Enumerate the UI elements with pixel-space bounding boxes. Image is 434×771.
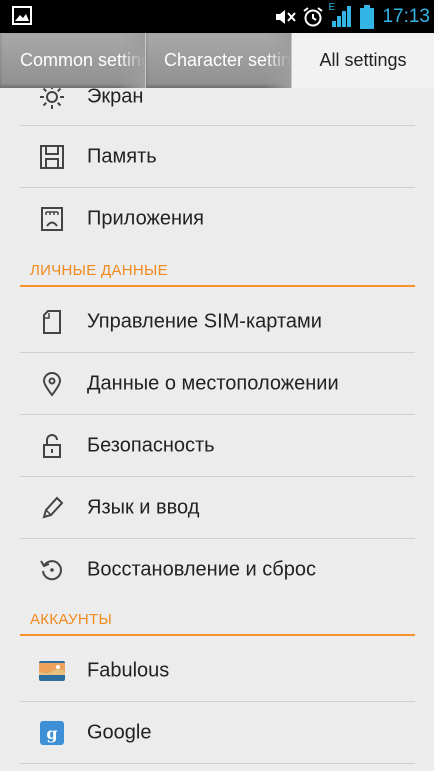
settings-item-storage[interactable]: Память [20,126,415,188]
settings-item-google[interactable]: g Google [20,702,415,764]
settings-item-label: Fabulous [87,659,170,681]
mute-icon [274,7,298,27]
clock-time: 17:13 [382,5,430,27]
settings-item-sim-management[interactable]: Управление SIM-картами [20,291,415,353]
pencil-icon [38,494,66,522]
signal-icon: E [328,1,352,29]
svg-text:g: g [46,724,57,743]
settings-item-apps[interactable]: Приложения [20,188,415,250]
section-header-personal: ЛИЧНЫЕ ДАННЫЕ [20,255,415,287]
settings-item-location[interactable]: Данные о местоположении [20,353,415,415]
tab-all-settings[interactable]: All settings [292,33,434,88]
restore-icon [38,556,66,584]
settings-item-screen[interactable]: Экран [20,88,415,126]
apps-icon [38,205,66,233]
storage-icon [38,143,66,171]
settings-item-label: Безопасность [87,434,215,456]
sim-card-icon [38,308,66,336]
gallery-notification-icon [12,6,32,30]
google-icon: g [38,719,66,747]
settings-list: Экран Память Приложения ЛИЧНЫЕ ДАННЫЕ Уп… [0,88,434,771]
section-header-label: ЛИЧНЫЕ ДАННЫЕ [30,262,168,279]
settings-item-label: Язык и ввод [87,496,200,518]
settings-item-backup-reset[interactable]: Восстановление и сброс [20,539,415,601]
settings-item-label: Управление SIM-картами [87,310,322,332]
settings-item-fabulous[interactable]: Fabulous [20,640,415,702]
location-icon [38,370,66,398]
section-header-accounts: АККАУНТЫ [20,604,415,636]
alarm-icon [302,6,324,28]
battery-icon [360,4,375,29]
settings-item-label: Экран [87,88,144,107]
section-header-label: АККАУНТЫ [30,611,113,628]
status-bar: E 17:13 [0,0,434,33]
tab-character-settings[interactable]: Character settings [146,33,292,88]
settings-item-label: Приложения [87,207,205,230]
lock-icon [38,432,66,460]
brightness-icon [38,88,66,111]
tab-all-settings-label: All settings [319,50,407,70]
settings-item-label: Данные о местоположении [87,372,339,394]
settings-item-label: Google [87,721,152,743]
fabulous-icon [38,657,66,685]
settings-item-security[interactable]: Безопасность [20,415,415,477]
settings-item-language-input[interactable]: Язык и ввод [20,477,415,539]
network-type-label: E [328,1,336,13]
settings-item-label: Память [87,145,157,167]
settings-tabs: Common settings Character settings All s… [0,33,434,88]
tab-common-settings[interactable]: Common settings [0,33,146,88]
settings-item-label: Восстановление и сброс [87,558,316,581]
